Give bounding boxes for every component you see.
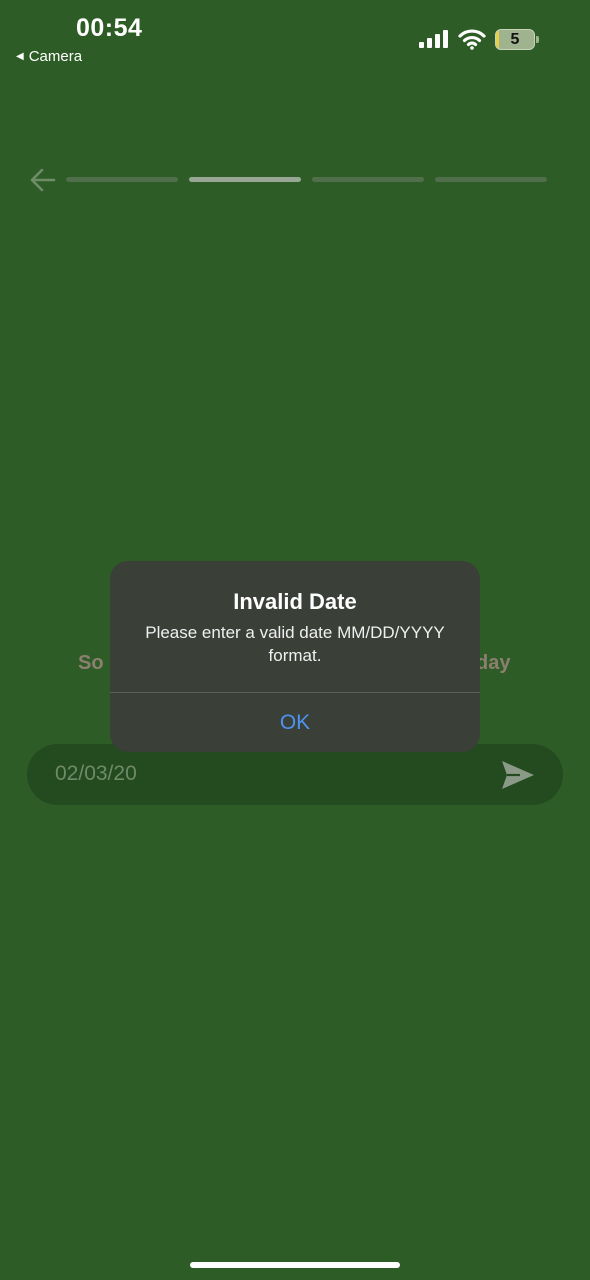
- date-input-value: 02/03/20: [55, 762, 137, 785]
- alert-message: Please enter a valid date MM/DD/YYYY for…: [145, 623, 445, 665]
- screen: 00:54 ◀ Camera 5 So day 02/03/20 Invalid…: [0, 0, 590, 1280]
- send-icon[interactable]: [500, 759, 536, 791]
- back-triangle-icon: ◀: [16, 51, 24, 62]
- wifi-icon: [458, 29, 486, 50]
- arrow-left-icon[interactable]: [28, 166, 58, 194]
- back-to-camera-link[interactable]: ◀ Camera: [16, 48, 82, 65]
- progress-segment-2: [189, 177, 301, 182]
- progress-segment-1: [66, 177, 178, 182]
- battery-icon: 5: [495, 29, 535, 50]
- status-time: 00:54: [76, 14, 143, 42]
- back-to-camera-label: Camera: [28, 48, 83, 65]
- ok-button[interactable]: OK: [110, 693, 480, 752]
- cellular-signal-icon: [419, 30, 448, 48]
- progress-segment-3: [312, 177, 424, 182]
- question-text-right: day: [476, 652, 511, 674]
- alert-title: Invalid Date: [233, 589, 357, 614]
- question-text-left: So: [78, 652, 104, 674]
- battery-cap: [536, 36, 539, 43]
- invalid-date-alert: Invalid Date Please enter a valid date M…: [110, 561, 480, 752]
- battery-level: 5: [510, 30, 520, 48]
- progress-segment-4: [435, 177, 547, 182]
- home-indicator[interactable]: [190, 1262, 400, 1268]
